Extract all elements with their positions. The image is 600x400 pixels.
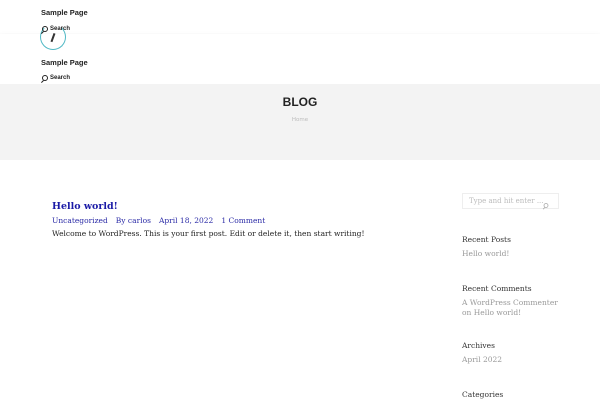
recent-posts-title: Recent Posts	[462, 235, 511, 244]
search-icon	[42, 75, 48, 81]
search-icon	[42, 26, 48, 32]
archives-title: Archives	[462, 341, 495, 350]
post-excerpt: Welcome to WordPress. This is your first…	[52, 229, 365, 238]
search-label: Search	[50, 75, 71, 81]
mobile-search-button[interactable]: Search	[42, 75, 70, 81]
post-author[interactable]: By carlos	[116, 216, 151, 225]
archive-link[interactable]: April 2022	[462, 355, 502, 365]
post-category[interactable]: Uncategorized	[52, 216, 108, 225]
recent-comment-post[interactable]: on Hello world!	[462, 308, 558, 318]
recent-comments-title: Recent Comments	[462, 284, 532, 293]
top-header	[0, 0, 600, 34]
categories-title: Categories	[462, 390, 504, 399]
search-label: Search	[50, 26, 71, 32]
breadcrumb-home[interactable]: Home	[0, 117, 600, 123]
post-comments[interactable]: 1 Comment	[221, 216, 265, 225]
page-title: BLOG	[282, 95, 318, 109]
post-meta: Uncategorized By carlos April 18, 2022 1…	[52, 216, 365, 225]
post-date[interactable]: April 18, 2022	[159, 216, 213, 225]
post-article: Hello world! Uncategorized By carlos Apr…	[52, 201, 365, 238]
mobile-header	[0, 34, 600, 84]
search-icon	[543, 203, 549, 208]
sidebar-search-button[interactable]	[543, 196, 549, 211]
nav-sample-page[interactable]: Sample Page	[41, 8, 88, 17]
mobile-nav-sample-page[interactable]: Sample Page	[41, 58, 88, 67]
post-title[interactable]: Hello world!	[52, 201, 365, 212]
recent-comment-author[interactable]: A WordPress Commenter	[462, 298, 558, 308]
recent-post-link[interactable]: Hello world!	[462, 249, 511, 259]
search-button[interactable]: Search	[42, 26, 70, 32]
